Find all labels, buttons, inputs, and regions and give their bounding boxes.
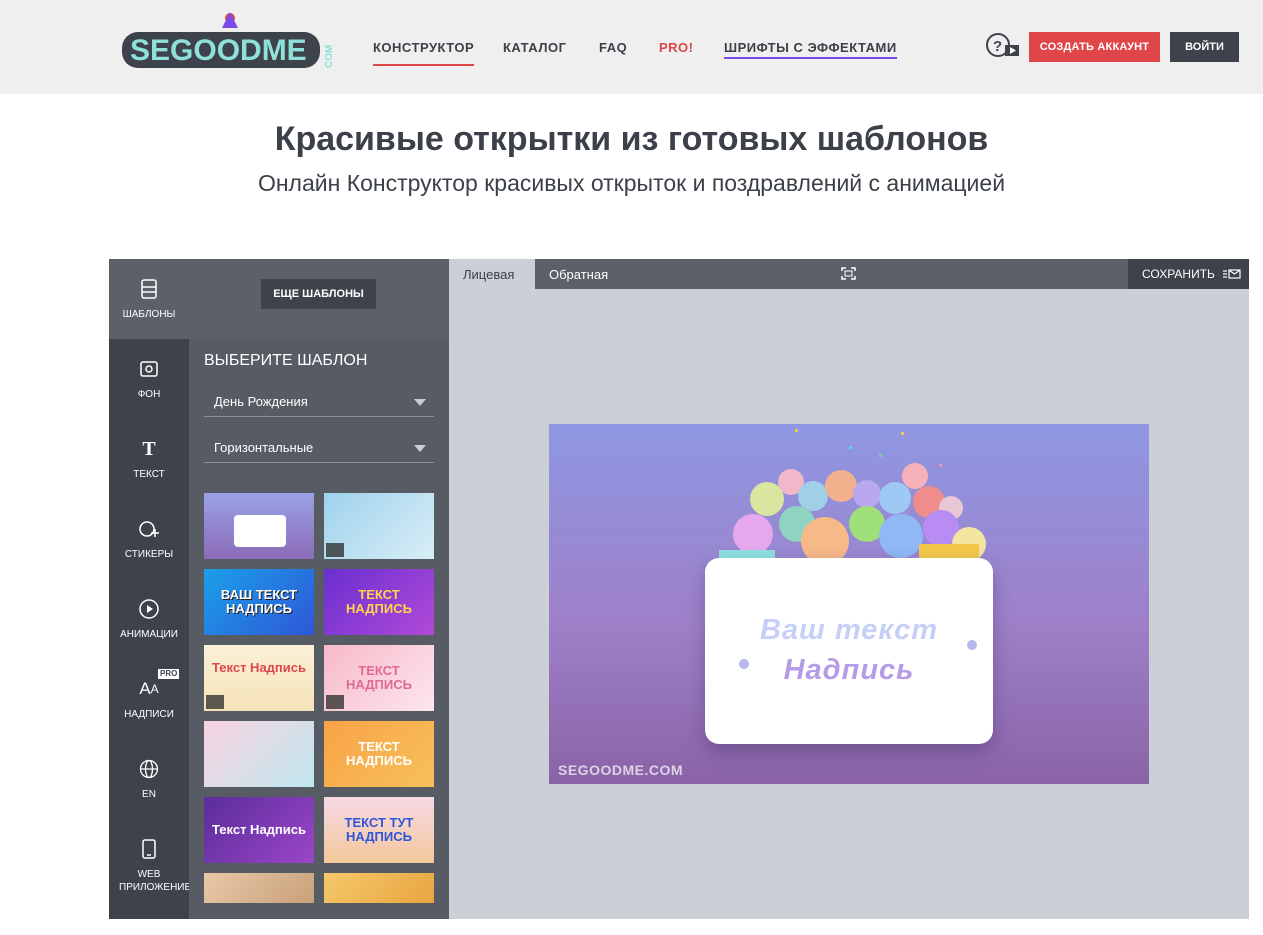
template-thumb-text: Текст Надпись — [211, 660, 306, 676]
camera-icon — [326, 543, 344, 557]
save-label: СОХРАНИТЬ — [1142, 267, 1215, 281]
segoodme-logo[interactable]: SEGOODME COM — [118, 10, 340, 84]
tool-label: СТИКЕРЫ — [124, 549, 174, 560]
tool-label: ФОН — [137, 389, 161, 400]
card-text-box[interactable]: Ваш текст Надпись — [705, 558, 993, 744]
confetti-dot — [967, 640, 977, 650]
templates-panel: ЕЩЕ ШАБЛОНЫ ВЫБЕРИТЕ ШАБЛОН День Рождени… — [189, 259, 449, 919]
tool-label: ТЕКСТ — [133, 469, 165, 480]
template-thumb[interactable]: ТЕКСТ ТУТ НАДПИСЬ — [324, 797, 434, 863]
login-button[interactable]: ВОЙТИ — [1170, 32, 1239, 62]
chevron-down-icon — [414, 445, 426, 452]
tool-web-app[interactable]: WEB ПРИЛОЖЕНИЕ — [109, 819, 192, 899]
template-thumb[interactable]: ТЕКСТ НАДПИСЬ — [324, 569, 434, 635]
card-editor: ШАБЛОНЫ ФОН T ТЕКСТ СТИКЕРЫ АНИМАЦИИ AA — [109, 259, 1249, 919]
category-select[interactable]: День Рождения — [204, 387, 434, 417]
fullscreen-icon[interactable] — [841, 267, 856, 280]
templates-icon — [138, 278, 160, 300]
template-thumb-text: ВАШ ТЕКСТ НАДПИСЬ — [220, 587, 298, 616]
template-thumb[interactable] — [204, 721, 314, 787]
save-mail-icon — [1222, 269, 1241, 279]
tool-background[interactable]: ФОН — [109, 339, 189, 419]
template-thumb[interactable] — [204, 873, 314, 903]
template-thumb[interactable] — [204, 493, 314, 559]
pro-badge: PRO — [158, 669, 180, 679]
card-text-line2[interactable]: Надпись — [705, 654, 993, 687]
tool-language[interactable]: EN — [109, 739, 189, 819]
tool-templates[interactable]: ШАБЛОНЫ — [109, 259, 189, 339]
text-icon: T — [142, 437, 156, 460]
card-text-line1[interactable]: Ваш текст — [705, 614, 993, 647]
tool-label: НАДПИСИ — [124, 709, 174, 720]
phone-icon — [138, 838, 160, 860]
help-video-icon[interactable]: ? — [985, 32, 1021, 60]
svg-text:?: ? — [993, 38, 1002, 55]
nav-constructor[interactable]: КОНСТРУКТОР — [373, 40, 475, 66]
template-thumb[interactable]: ТЕКСТ НАДПИСЬ — [324, 645, 434, 711]
nav-pro[interactable]: PRO! — [659, 40, 694, 55]
template-thumb[interactable]: ВАШ ТЕКСТ НАДПИСЬ — [204, 569, 314, 635]
tool-lettering[interactable]: AA PRO НАДПИСИ — [109, 659, 189, 739]
tool-label: EN — [142, 789, 156, 800]
tool-label: ШАБЛОНЫ — [122, 309, 176, 320]
nav-faq[interactable]: FAQ — [599, 40, 627, 55]
site-header: SEGOODME COM КОНСТРУКТОР КАТАЛОГ FAQ PRO… — [0, 0, 1263, 94]
background-icon — [138, 358, 160, 380]
template-thumb-text: Текст Надпись — [211, 822, 306, 837]
svg-text:SEGOODME: SEGOODME — [130, 34, 307, 67]
tab-back[interactable]: Обратная — [535, 259, 608, 289]
svg-text:COM: COM — [324, 45, 335, 68]
page-title: Красивые открытки из готовых шаблонов — [274, 120, 989, 158]
canvas-tabs-bar: Лицевая Обратная СОХРАНИТЬ — [449, 259, 1249, 289]
template-thumb-text: ТЕКСТ НАДПИСЬ — [346, 663, 412, 692]
confetti-dot — [739, 659, 749, 669]
create-account-button[interactable]: СОЗДАТЬ АККАУНТ — [1029, 32, 1160, 62]
editor-toolbar: ШАБЛОНЫ ФОН T ТЕКСТ СТИКЕРЫ АНИМАЦИИ AA — [109, 259, 192, 919]
nav-fonts-with-effects[interactable]: ШРИФТЫ С ЭФФЕКТАМИ — [724, 40, 897, 59]
canvas-area: Лицевая Обратная СОХРАНИТЬ Ваш текст Над… — [449, 259, 1249, 919]
template-thumb[interactable]: Текст Надпись — [204, 645, 314, 711]
tool-text[interactable]: T ТЕКСТ — [109, 419, 189, 499]
orientation-value: Горизонтальные — [214, 440, 314, 455]
watermark: SEGOODME.COM — [558, 762, 684, 778]
category-value: День Рождения — [214, 394, 308, 409]
template-thumb[interactable]: ТЕКСТ НАДПИСЬ — [324, 721, 434, 787]
camera-icon — [206, 695, 224, 709]
nav-catalog[interactable]: КАТАЛОГ — [503, 40, 566, 55]
template-thumb[interactable]: Текст Надпись — [204, 797, 314, 863]
globe-icon — [138, 758, 160, 780]
sticker-icon — [138, 518, 160, 540]
template-thumb-text: ТЕКСТ НАДПИСЬ — [346, 587, 412, 616]
template-thumb-text: ТЕКСТ ТУТ НАДПИСЬ — [344, 815, 414, 844]
panel-top: ЕЩЕ ШАБЛОНЫ — [189, 259, 449, 339]
tool-stickers[interactable]: СТИКЕРЫ — [109, 499, 189, 579]
tab-front[interactable]: Лицевая — [449, 259, 535, 289]
panel-heading: ВЫБЕРИТЕ ШАБЛОН — [204, 352, 368, 369]
card-preview[interactable]: Ваш текст Надпись SEGOODME.COM — [549, 424, 1149, 784]
template-thumb-text: ТЕКСТ НАДПИСЬ — [346, 739, 412, 768]
save-button[interactable]: СОХРАНИТЬ — [1128, 259, 1249, 289]
tool-label: АНИМАЦИИ — [120, 629, 178, 640]
orientation-select[interactable]: Горизонтальные — [204, 433, 434, 463]
chevron-down-icon — [414, 399, 426, 406]
template-thumb[interactable] — [324, 873, 434, 903]
template-thumb[interactable] — [324, 493, 434, 559]
tool-animations[interactable]: АНИМАЦИИ — [109, 579, 189, 659]
play-icon — [138, 598, 160, 620]
page-subtitle: Онлайн Конструктор красивых открыток и п… — [257, 170, 1006, 196]
more-templates-button[interactable]: ЕЩЕ ШАБЛОНЫ — [261, 279, 376, 309]
tool-label: WEB ПРИЛОЖЕНИЕ — [119, 869, 192, 893]
font-icon: AA — [139, 679, 159, 698]
camera-icon — [326, 695, 344, 709]
